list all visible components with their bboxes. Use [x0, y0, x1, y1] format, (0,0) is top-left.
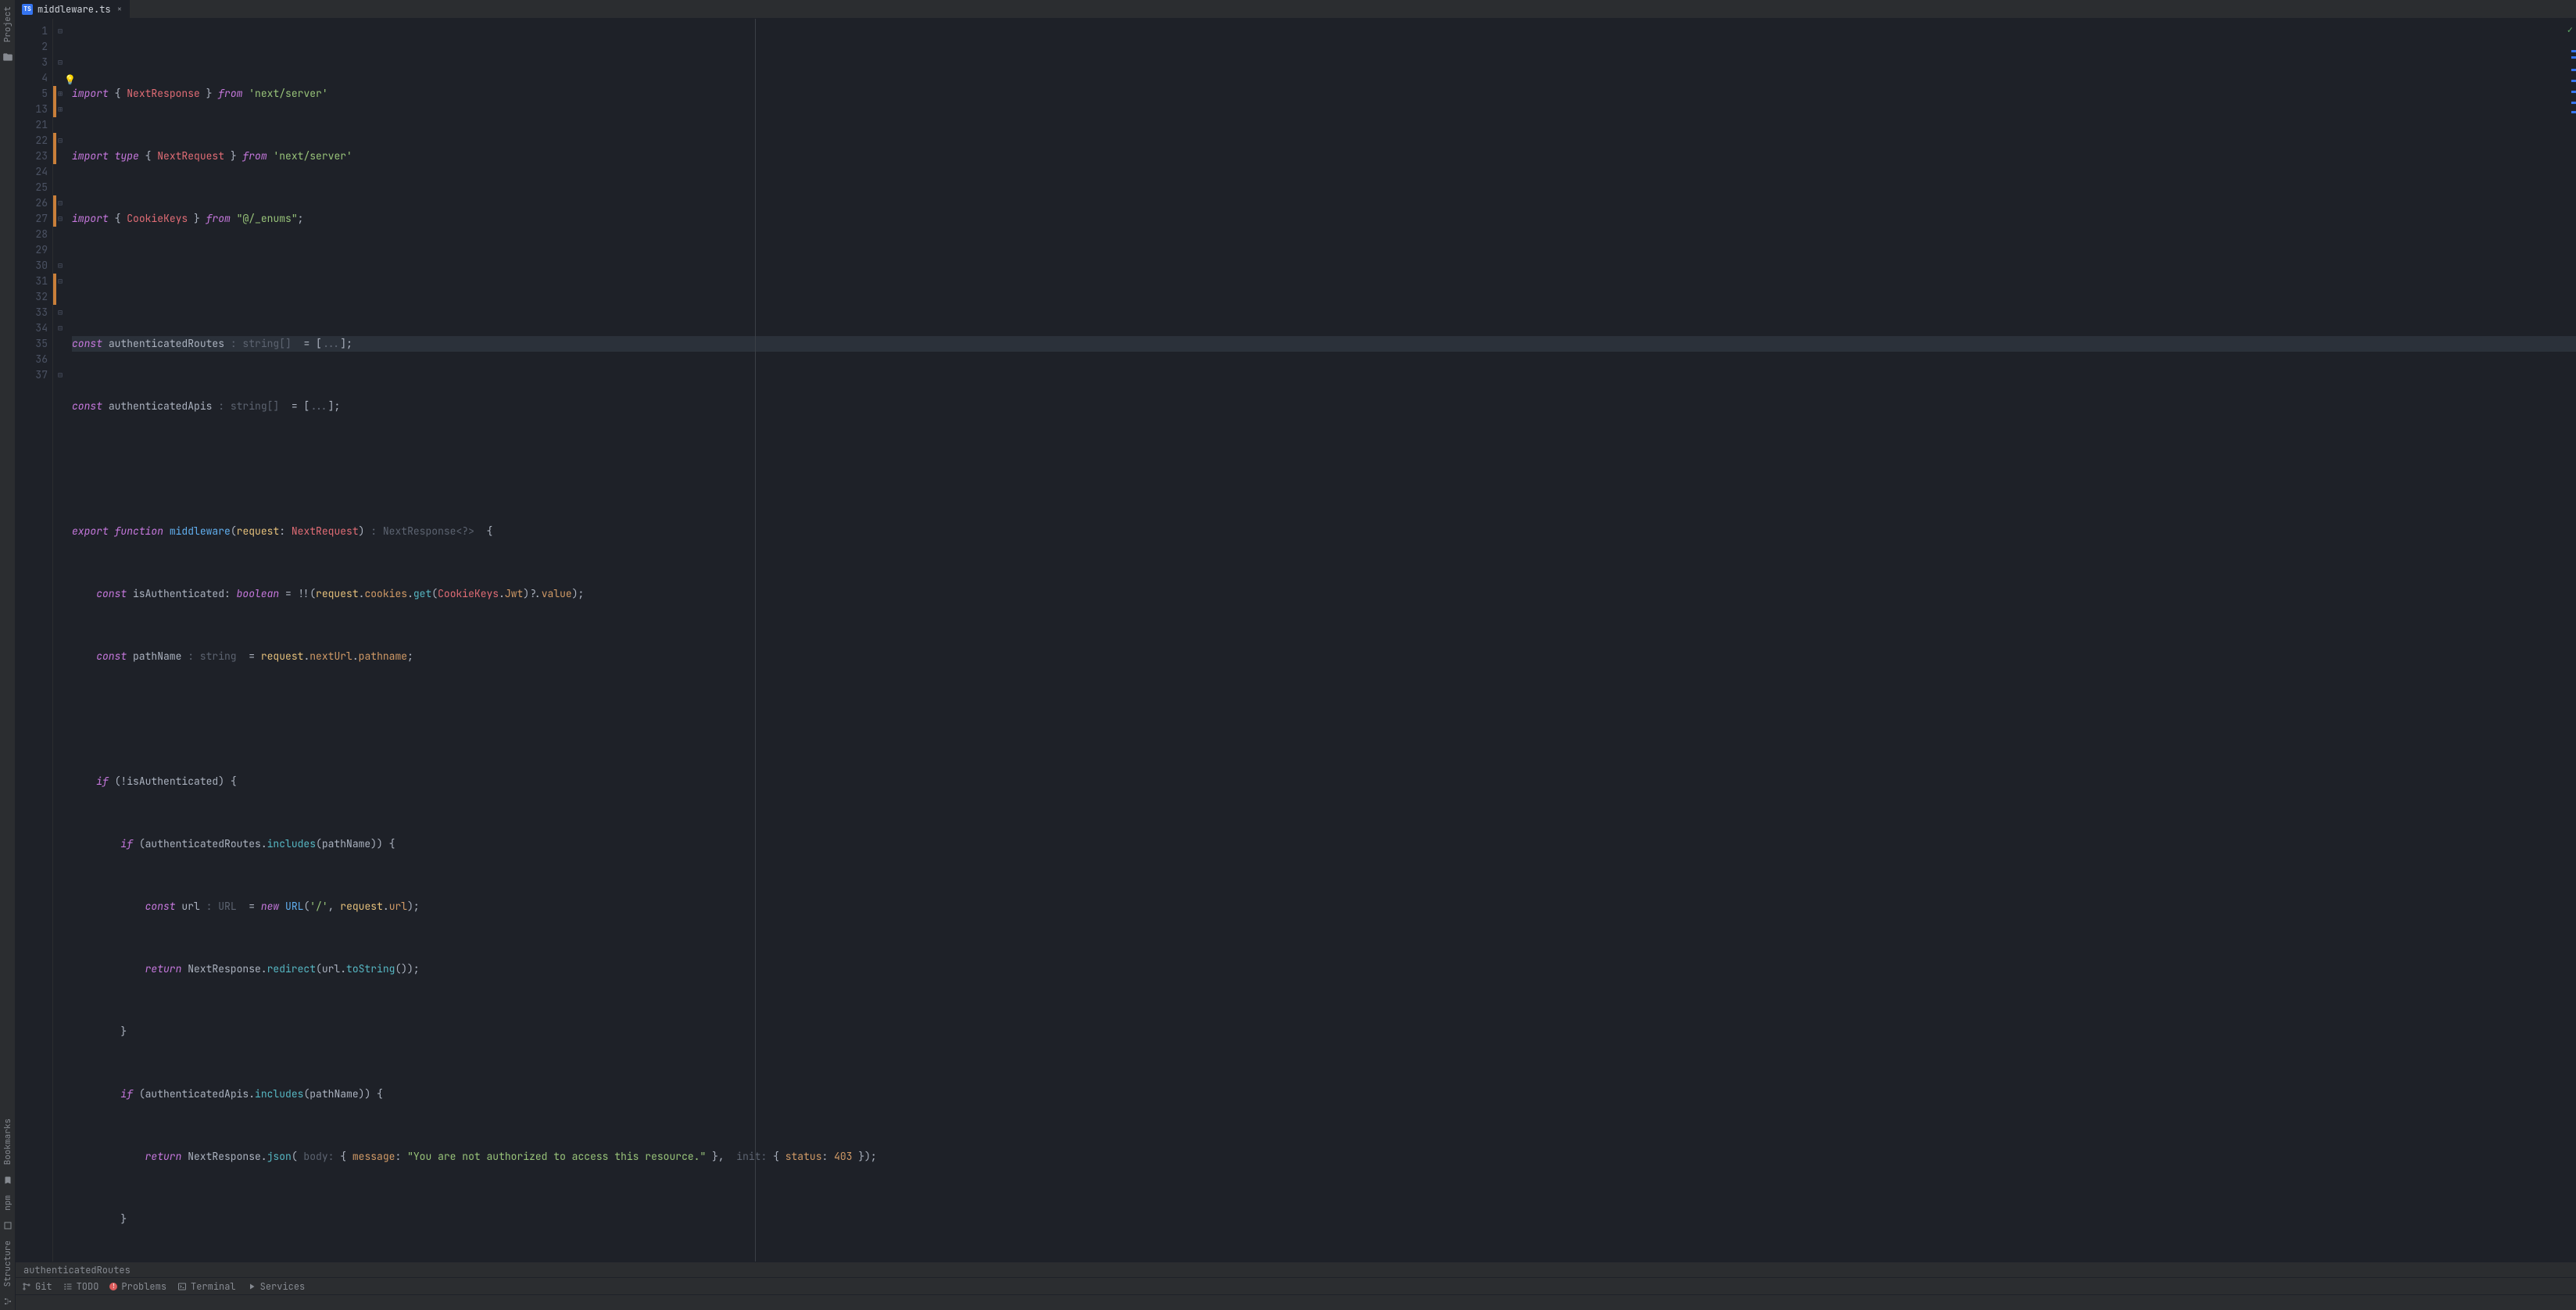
- typescript-file-icon: TS: [22, 4, 33, 15]
- bottom-tool-bar: Git TODO ! Problems Terminal: [16, 1277, 2576, 1294]
- bookmark-icon: [2, 1175, 13, 1186]
- tab-label: middleware.ts: [38, 3, 111, 16]
- tool-terminal[interactable]: Terminal: [177, 1280, 236, 1293]
- code-area[interactable]: import { NextResponse } from 'next/serve…: [67, 19, 2576, 1262]
- fold-icon[interactable]: ⊟: [58, 213, 63, 224]
- fold-icon[interactable]: ⊟: [58, 260, 63, 270]
- breadcrumb[interactable]: authenticatedRoutes: [16, 1262, 2576, 1277]
- line-number-gutter: 1 2 3 4 5 13 21 22 23 24 25 26 27 28 29 …: [16, 19, 53, 1262]
- structure-icon: [2, 1296, 13, 1307]
- fold-gutter: ⊟ ⊟ ⊞ ⊞ ⊟ ⊟ ⊟ ⊟ ⊟ ⊟ ⊟: [53, 19, 67, 1262]
- vcs-change-marker: [53, 195, 56, 227]
- tool-problems[interactable]: ! Problems: [109, 1280, 166, 1293]
- tool-structure[interactable]: Structure: [1, 1237, 15, 1290]
- tool-git[interactable]: Git: [22, 1280, 52, 1293]
- folder-icon[interactable]: [2, 52, 13, 63]
- right-margin-guide: [755, 19, 756, 1262]
- git-branch-icon: [22, 1282, 31, 1291]
- terminal-icon: [177, 1282, 187, 1291]
- error-icon: !: [109, 1283, 117, 1290]
- tool-npm[interactable]: npm: [1, 1192, 15, 1214]
- fold-icon[interactable]: ⊟: [58, 307, 63, 317]
- tool-services[interactable]: Services: [247, 1280, 306, 1293]
- vcs-change-marker: [53, 274, 56, 305]
- vcs-change-marker: [53, 86, 56, 117]
- error-stripe: ✓: [2568, 19, 2576, 1262]
- code-editor: 1 2 3 4 5 13 21 22 23 24 25 26 27 28 29 …: [16, 19, 2576, 1262]
- fold-icon[interactable]: ⊟: [58, 370, 63, 380]
- fold-icon[interactable]: ⊟: [58, 323, 63, 333]
- tab-middleware[interactable]: TS middleware.ts ×: [16, 0, 131, 18]
- fold-icon[interactable]: ⊟: [58, 276, 63, 286]
- fold-icon[interactable]: ⊟: [58, 198, 63, 208]
- fold-icon[interactable]: ⊟: [58, 135, 63, 145]
- analysis-ok-icon[interactable]: ✓: [2567, 22, 2573, 38]
- tab-bar: TS middleware.ts ×: [16, 0, 2576, 19]
- fold-icon[interactable]: ⊟: [58, 57, 63, 67]
- tool-bookmarks[interactable]: Bookmarks: [1, 1115, 15, 1168]
- play-icon: [247, 1282, 256, 1291]
- close-icon[interactable]: ×: [116, 4, 124, 15]
- tool-project[interactable]: Project: [1, 3, 15, 45]
- left-tool-strip: Project Bookmarks npm Structure: [0, 0, 16, 1310]
- fold-icon[interactable]: ⊞: [58, 104, 63, 114]
- status-bar: [16, 1294, 2576, 1310]
- vcs-change-marker: [53, 133, 56, 164]
- fold-icon[interactable]: ⊞: [58, 88, 63, 98]
- list-icon: [63, 1282, 73, 1291]
- fold-icon[interactable]: ⊟: [58, 26, 63, 36]
- tool-todo[interactable]: TODO: [63, 1280, 99, 1293]
- npm-icon: [2, 1220, 13, 1231]
